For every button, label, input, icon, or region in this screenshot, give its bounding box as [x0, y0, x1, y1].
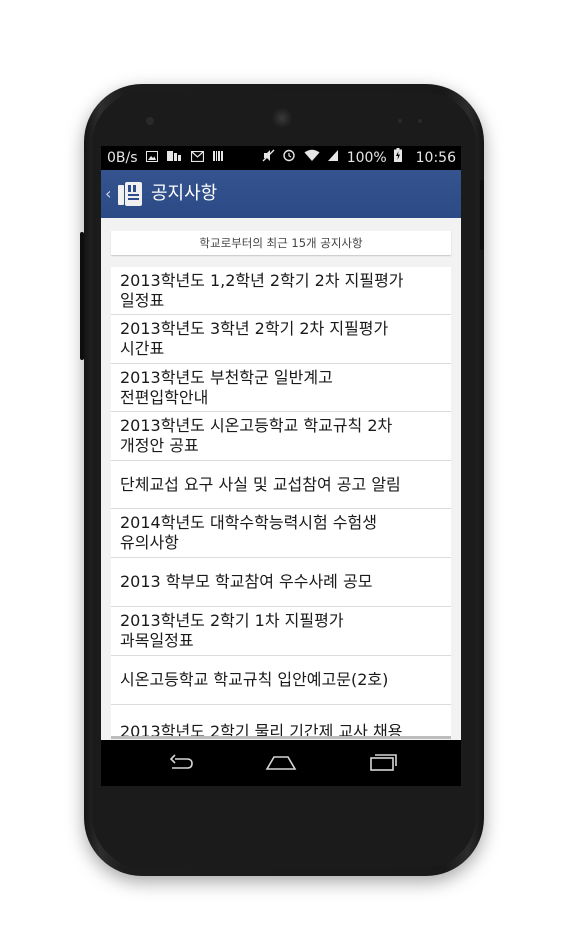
notice-title-line: 일정표	[120, 291, 165, 310]
back-icon[interactable]	[161, 748, 201, 778]
battery-percent: 100%	[346, 150, 387, 166]
notice-title-line: 시간표	[120, 339, 165, 358]
notice-title-line: 2013 학부모 학교참여 우수사례 공모	[120, 572, 373, 591]
notice-title: 2013학년도 시온고등학교 학교규칙 2차 개정안 공표	[120, 416, 443, 456]
notice-title-line: 2013학년도 부천학군 일반계고	[120, 368, 333, 387]
school-app-icon[interactable]	[117, 181, 143, 207]
notice-title-line: 2014학년도 대학수학능력시험 수험생	[120, 513, 377, 532]
notice-title: 시온고등학교 학교규칙 입안예고문(2호)	[120, 670, 443, 690]
earpiece-speaker	[272, 108, 292, 128]
wifi-icon	[304, 146, 320, 170]
notice-title: 2013학년도 2학기 물리 기간제 교사 채용	[120, 722, 443, 737]
notice-title: 2013학년도 3학년 2학기 2차 지필평가 시간표	[120, 319, 443, 359]
image-notification-icon	[145, 146, 158, 170]
clock-time: 10:56	[415, 150, 456, 166]
list-item[interactable]: 2014학년도 대학수학능력시험 수험생 유의사항	[111, 509, 451, 558]
notice-title: 단체교섭 요구 사실 및 교섭참여 공고 알림	[120, 475, 443, 495]
screen: 0B/s 100% 10:56 ‹ 공지사항 학교로부터의 최근 15개 공지사…	[101, 146, 461, 786]
list-bottom-edge	[111, 736, 451, 739]
list-item[interactable]: 2013 학부모 학교참여 우수사례 공모	[111, 558, 451, 607]
notice-title-line: 유의사항	[120, 533, 179, 552]
list-item[interactable]: 2013학년도 2학기 1차 지필평가 과목일정표	[111, 607, 451, 656]
notice-header: 학교로부터의 최근 15개 공지사항	[111, 231, 451, 255]
signal-icon	[327, 146, 339, 170]
app-bar: ‹ 공지사항	[101, 170, 461, 218]
volume-button	[80, 232, 84, 360]
notice-title: 2013학년도 2학기 1차 지필평가 과목일정표	[120, 611, 443, 651]
page-title: 공지사항	[151, 183, 218, 204]
notice-title-line: 개정안 공표	[120, 436, 199, 455]
notice-title: 2014학년도 대학수학능력시험 수험생 유의사항	[120, 513, 443, 553]
status-bar: 0B/s 100% 10:56	[101, 146, 461, 170]
light-sensor	[418, 119, 422, 123]
app-notification-icon	[166, 146, 182, 170]
list-item[interactable]: 단체교섭 요구 사실 및 교섭참여 공고 알림	[111, 461, 451, 509]
notice-title: 2013학년도 1,2학년 2학기 2차 지필평가 일정표	[120, 271, 443, 311]
notice-title-line: 과목일정표	[120, 631, 194, 650]
status-right: 100% 10:56	[262, 146, 456, 170]
front-camera	[146, 117, 154, 125]
notice-title: 2013 학부모 학교참여 우수사례 공모	[120, 572, 443, 592]
list-item[interactable]: 2013학년도 부천학군 일반계고 전편입학안내	[111, 364, 451, 412]
notice-title-line: 2013학년도 시온고등학교 학교규칙 2차	[120, 416, 393, 435]
list-item[interactable]: 2013학년도 1,2학년 2학기 2차 지필평가 일정표	[111, 267, 451, 315]
mute-icon	[262, 146, 275, 170]
battery-charging-icon	[394, 146, 403, 170]
notice-title-line: 단체교섭 요구 사실 및 교섭참여 공고 알림	[120, 475, 401, 494]
power-button	[480, 180, 484, 250]
notice-title: 2013학년도 부천학군 일반계고 전편입학안내	[120, 368, 443, 408]
back-chevron-icon[interactable]: ‹	[105, 184, 111, 204]
status-left: 0B/s	[107, 146, 224, 170]
list-item[interactable]: 2013학년도 2학기 물리 기간제 교사 채용	[111, 705, 451, 737]
notice-title-line: 2013학년도 3학년 2학기 2차 지필평가	[120, 319, 389, 338]
notice-title-line: 2013학년도 1,2학년 2학기 2차 지필평가	[120, 271, 404, 290]
proximity-sensor	[398, 119, 402, 123]
alarm-icon	[282, 146, 296, 170]
recent-apps-icon[interactable]	[363, 748, 403, 778]
list-item[interactable]: 2013학년도 시온고등학교 학교규칙 2차 개정안 공표	[111, 412, 451, 461]
notice-title-line: 전편입학안내	[120, 388, 209, 407]
notice-title-line: 시온고등학교 학교규칙 입안예고문(2호)	[120, 670, 389, 689]
list-item[interactable]: 2013학년도 3학년 2학기 2차 지필평가 시간표	[111, 315, 451, 364]
navigation-bar	[101, 740, 461, 786]
notice-list[interactable]: 2013학년도 1,2학년 2학기 2차 지필평가 일정표 2013학년도 3학…	[111, 267, 451, 737]
notice-content: 학교로부터의 최근 15개 공지사항 2013학년도 1,2학년 2학기 2차 …	[101, 218, 461, 740]
barcode-icon	[212, 146, 224, 170]
network-speed: 0B/s	[107, 150, 138, 166]
notice-title-line: 2013학년도 2학기 물리 기간제 교사 채용	[120, 722, 403, 737]
home-icon[interactable]	[261, 748, 301, 778]
list-item[interactable]: 시온고등학교 학교규칙 입안예고문(2호)	[111, 656, 451, 705]
mail-icon	[190, 146, 204, 170]
notice-title-line: 2013학년도 2학기 1차 지필평가	[120, 611, 344, 630]
